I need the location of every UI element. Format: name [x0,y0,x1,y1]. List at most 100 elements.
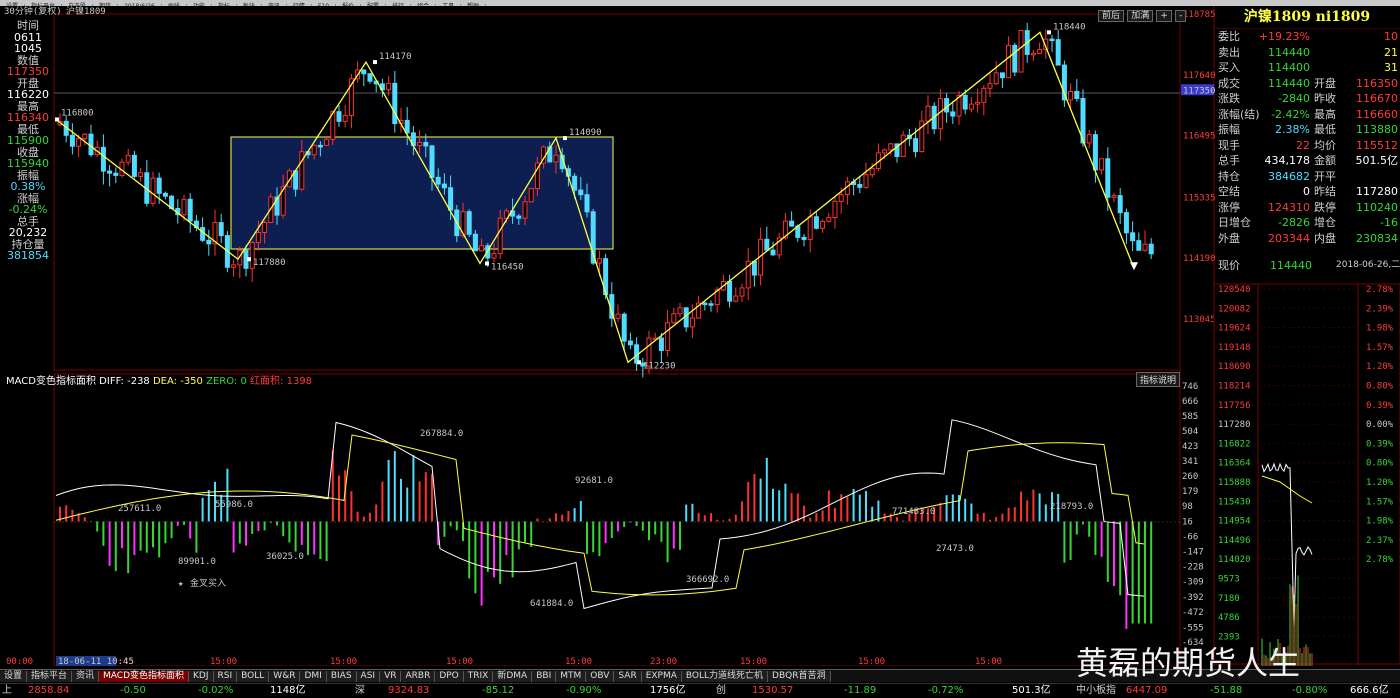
fill-button[interactable]: 加满 [1127,10,1154,22]
quote-value: +19.23% [1258,30,1310,43]
macd-lines: 257611.0 55986.0 267884.0 92681.0 771483.0 21… [6,419,1145,666]
price-tick: 118785 [1183,10,1216,20]
indicator-help-button[interactable]: 指标说明 [1136,372,1181,387]
area-label: 27473.0 [936,544,974,554]
candle-body [1105,158,1111,198]
candle-body [82,133,88,140]
candle-body [596,258,602,264]
indicator-tab[interactable]: ASI [356,671,381,682]
indicator-tab[interactable]: SAR [614,671,642,682]
status-field: 创 [716,685,726,696]
indicator-tab[interactable]: 设置 [0,671,28,682]
indicator-tab[interactable]: TRIX [463,671,494,682]
candle-body [789,220,795,227]
candle-body [820,220,826,229]
indicator-tab[interactable]: BOLL [237,671,270,682]
price-tick: 114190 [1183,254,1216,264]
quote-value: 0 [1303,185,1310,198]
indicator-tab[interactable]: 新DMA [493,671,533,682]
candle-body [962,94,968,110]
candle-body [689,317,695,328]
quote-value: 117280 [1356,185,1398,198]
indicator-tab[interactable]: 指标平台 [27,671,73,682]
symbol-label: 沪镍1809 [66,6,106,17]
macd-tick: -472 [1182,608,1204,618]
indicator-tab[interactable]: DMI [300,671,327,682]
candle-body [863,174,869,188]
macd-tick: -147 [1182,548,1204,558]
candle-body [869,167,875,176]
candle-body [435,176,441,185]
quote-value: 116660 [1356,107,1398,121]
chart-canvas[interactable]: 116800 117880 114170 116450 114090 112230 1184… [0,6,1400,666]
indicator-tab[interactable]: RSI [213,671,238,682]
quote-label: 开盘 [1314,76,1336,90]
time-label: 15:00 [858,657,885,666]
candle-body [138,172,144,177]
indicator-tab[interactable]: ARBR [401,671,436,682]
now-price-row: 现价 114440 2018-06-26,二 [1218,258,1400,273]
candle-body [516,215,522,219]
candle-body [392,82,398,125]
candle-body [131,154,137,177]
peak-dot [563,136,567,141]
indicator-tab[interactable]: EXPMA [641,671,682,682]
indicator-tab[interactable]: BBI [532,671,557,682]
indicator-tab[interactable]: W&R [269,671,301,682]
prev-next-button[interactable]: 前后 [1098,10,1125,22]
quote-value: 116670 [1356,92,1398,105]
candle-body [751,260,757,276]
candle-body [981,87,987,103]
indicator-tab[interactable]: DBQR首苦洞 [768,671,831,682]
indicator-tab[interactable]: DPO [435,671,464,682]
candle-body [987,83,993,89]
candle-body [882,149,888,154]
indicator-tab[interactable]: VR [380,671,402,682]
status-field: 9324.83 [388,685,430,696]
status-field: 2858.84 [28,685,70,696]
now-value: 114440 [1270,259,1312,272]
now-label: 现价 [1218,259,1240,272]
candle-body [770,249,776,256]
quote-value: 124310 [1268,200,1310,214]
candle-body [671,313,677,324]
quote-value: 22 [1296,138,1310,152]
indicator-name[interactable]: MACD变色指标面积 [6,376,96,387]
now-date: 2018-06-26,二 [1336,260,1400,270]
price-tick: 115335 [1183,193,1216,203]
diff-value: DIFF: -238 [99,376,150,387]
time-label: 00:00 [6,657,33,666]
quote-row: 现手 22 均价 115512 [1218,138,1398,153]
zoom-in-button[interactable]: + [1156,10,1172,22]
zero-value: ZERO: 0 [206,376,247,387]
indicator-tab[interactable]: BIAS [326,671,357,682]
quote-value: 230834 [1356,231,1398,245]
indicator-tab[interactable]: MTM [556,671,587,682]
indicator-tab[interactable]: BOLL力道线死亡机 [681,671,769,682]
indicator-tab[interactable]: KDJ [189,671,214,682]
candle-body [801,236,807,240]
indicator-tab[interactable]: 资讯 [72,671,100,682]
candle-body [361,69,367,75]
candle-body [913,138,919,153]
indicator-tab[interactable]: MACD变色指标面积 [99,671,190,682]
quote-value: 114440 [1268,76,1310,90]
candle-body [311,144,317,156]
indicator-tab[interactable]: OBV [586,671,615,682]
info-row: 0.38% [10,180,46,193]
info-row: 时间 [17,19,39,32]
candle-body [342,114,348,122]
quote-value: 110240 [1356,200,1398,214]
macd-tick: 585 [1182,412,1198,422]
quote-row: 涨停 124310 跌停 110240 [1218,200,1398,215]
candle-body [386,82,392,91]
candle-body [968,103,974,110]
candle-body [584,194,590,213]
price-tick: 117350 [1183,86,1216,96]
zoom-out-button[interactable]: - [1175,10,1187,22]
quote-label: 振幅 [1218,123,1240,136]
time-label: 15:00 [565,657,592,666]
macd-tick: 260 [1182,472,1198,482]
candle-body [218,222,224,237]
info-row: 381854 [7,249,49,262]
